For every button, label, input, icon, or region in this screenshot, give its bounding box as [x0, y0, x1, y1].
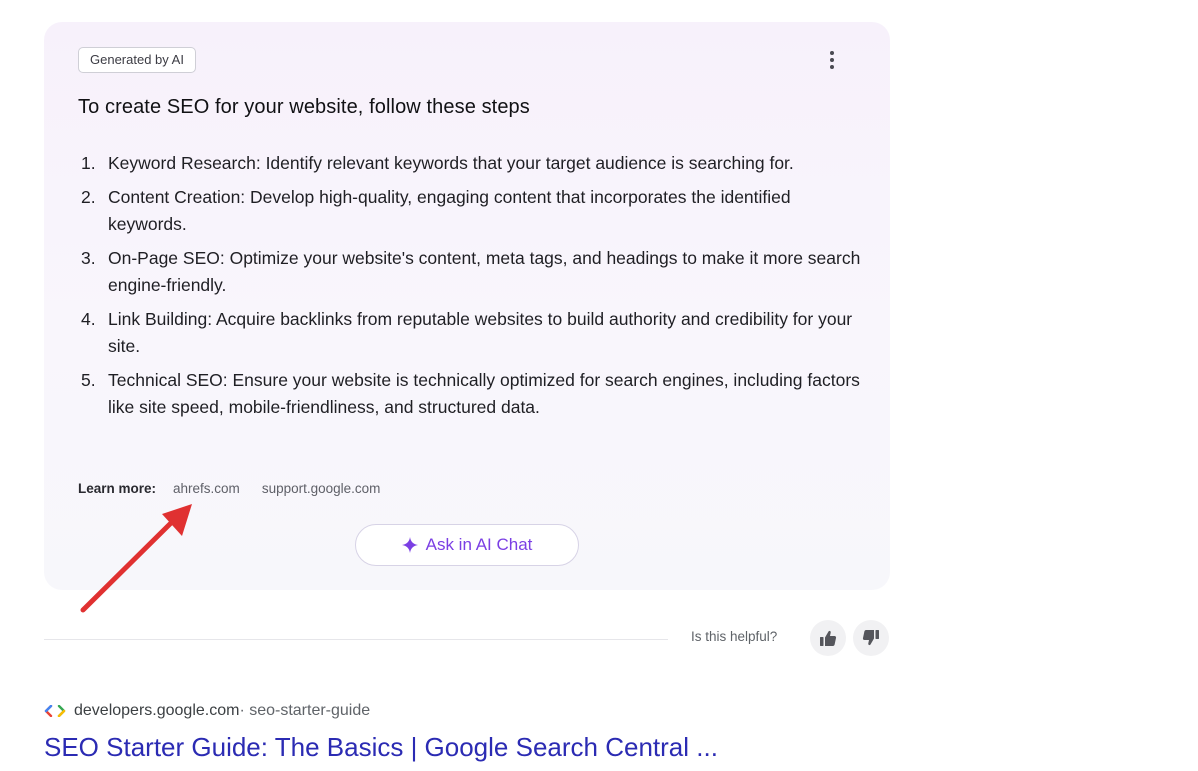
thumbs-up-icon[interactable]: [810, 620, 846, 656]
source-link-support-google[interactable]: support.google.com: [262, 481, 381, 496]
step-text: Content Creation: Develop high-quality, …: [108, 186, 791, 235]
answer-heading: To create SEO for your website, follow t…: [78, 96, 530, 118]
learn-more-row: Learn more: ahrefs.com support.google.co…: [78, 481, 402, 496]
more-vertical-icon[interactable]: [822, 49, 842, 71]
code-brackets-icon: [44, 705, 66, 717]
ask-button-label: Ask in AI Chat: [425, 535, 533, 554]
step-number: 2.: [81, 186, 96, 207]
list-item: 2. Content Creation: Develop high-qualit…: [78, 184, 868, 239]
learn-more-label: Learn more:: [78, 481, 157, 496]
generated-by-ai-badge: Generated by AI: [78, 47, 196, 73]
list-item: 4. Link Building: Acquire backlinks from…: [78, 306, 868, 361]
step-number: 3.: [81, 247, 96, 268]
source-link-ahrefs[interactable]: ahrefs.com: [173, 481, 240, 496]
result-title-link[interactable]: SEO Starter Guide: The Basics | Google S…: [44, 732, 718, 763]
thumbs-down-icon[interactable]: [853, 620, 889, 656]
ask-in-ai-chat-button[interactable]: Ask in AI Chat: [355, 524, 579, 566]
step-text: Keyword Research: Identify relevant keyw…: [108, 153, 794, 173]
step-text: Link Building: Acquire backlinks from re…: [108, 308, 853, 357]
result-source: developers.google.com · seo-starter-guid…: [44, 702, 370, 720]
sparkle-icon: [401, 537, 418, 553]
step-number: 5.: [81, 369, 96, 390]
step-text: Technical SEO: Ensure your website is te…: [108, 369, 860, 418]
step-number: 4.: [81, 308, 96, 329]
result-domain: developers.google.com: [74, 702, 240, 719]
list-item: 1. Keyword Research: Identify relevant k…: [78, 150, 868, 178]
step-text: On-Page SEO: Optimize your website's con…: [108, 247, 861, 296]
divider: [44, 639, 668, 640]
result-path: · seo-starter-guide: [239, 702, 371, 719]
list-item: 3. On-Page SEO: Optimize your website's …: [78, 245, 868, 300]
red-arrow-annotation: [80, 504, 192, 613]
step-number: 1.: [81, 153, 96, 173]
steps-list: 1. Keyword Research: Identify relevant k…: [78, 150, 868, 428]
list-item: 5. Technical SEO: Ensure your website is…: [78, 367, 868, 422]
feedback-question: Is this helpful?: [691, 629, 778, 644]
